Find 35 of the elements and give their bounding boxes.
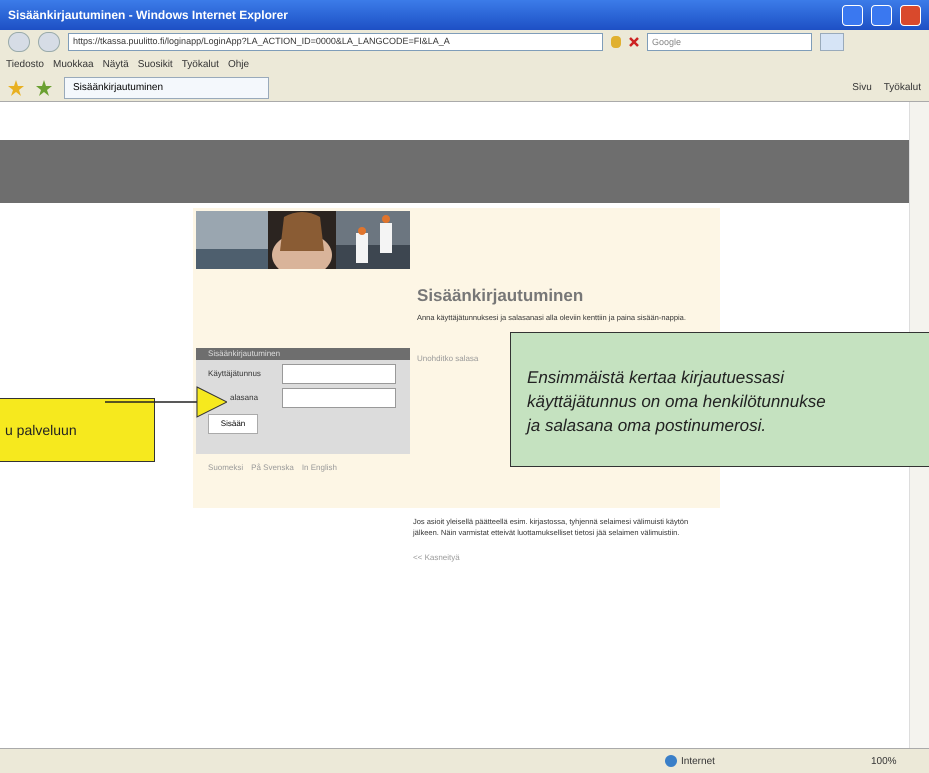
menu-item[interactable]: Tiedosto (6, 56, 44, 72)
field-label: alasana (230, 392, 258, 404)
login-button[interactable]: Sisään (208, 414, 258, 434)
callout-text: Ensimmäistä kertaa kirjautuessasi (527, 367, 784, 389)
menu-item[interactable]: Suosikit (138, 56, 173, 72)
address-field[interactable]: https://tkassa.puulitto.fi/loginapp/LoginApp?LA_ACTION_ID=0000&LA_LANGCODE=FI&LA_A (68, 33, 603, 51)
toolbar-button[interactable]: Työkalut (884, 80, 921, 95)
close-icon[interactable] (629, 37, 639, 47)
menu-item[interactable]: Työkalut (182, 56, 219, 72)
minimize-button[interactable] (842, 4, 863, 26)
callout-text: u palveluun (5, 420, 77, 440)
forward-button[interactable] (38, 32, 60, 52)
menu-item[interactable]: Muokkaa (52, 56, 94, 72)
input-field[interactable] (282, 364, 396, 384)
close-button[interactable] (900, 4, 921, 26)
browser-tab[interactable]: Sisäänkirjautuminen (64, 76, 269, 98)
search-button[interactable] (820, 33, 844, 51)
callout-text: ja salasana oma postinumerosi. (527, 415, 766, 437)
menu-item[interactable]: Ohje (228, 56, 250, 72)
window-title: Sisäänkirjautuminen - Windows Internet Explorer (8, 7, 288, 24)
input-field[interactable] (282, 388, 396, 408)
login-box-title: Sisäänkirjautuminen (196, 348, 410, 360)
callout-text: käyttäjätunnus on oma henkilötunnukse (527, 391, 826, 413)
field-label: Käyttäjätunnus (208, 368, 261, 380)
maximize-button[interactable] (871, 4, 892, 26)
menu-item[interactable]: Näytä (102, 56, 129, 72)
page-heading: Sisäänkirjautuminen (417, 285, 584, 307)
star-icon[interactable] (8, 80, 24, 96)
back-button[interactable] (8, 32, 30, 52)
security-zone: Internet (681, 754, 716, 768)
globe-icon (665, 755, 677, 767)
zoom-level[interactable]: 100% (871, 754, 921, 768)
toolbar-button[interactable]: Sivu (852, 80, 872, 95)
search-field[interactable]: Google (647, 33, 812, 51)
star-icon[interactable] (36, 80, 52, 96)
